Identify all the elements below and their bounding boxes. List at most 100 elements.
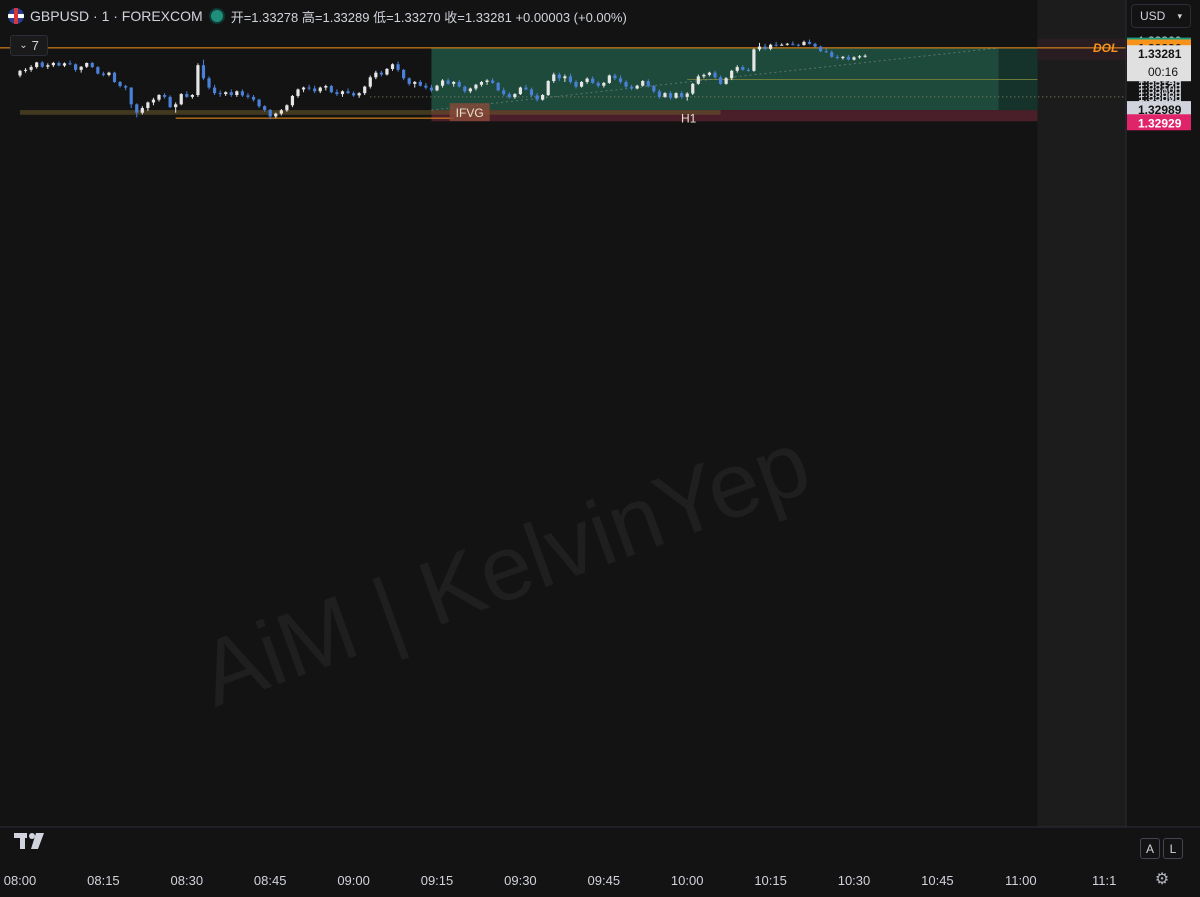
candle-body: [507, 94, 511, 98]
candle-body: [529, 89, 534, 96]
candle-body: [213, 87, 217, 94]
target-zone-tail: [998, 47, 1038, 111]
candle-body: [863, 55, 867, 57]
candle-body: [246, 95, 250, 97]
candle-body: [74, 64, 78, 70]
candle-body: [18, 70, 22, 76]
candle-body: [807, 41, 812, 44]
candle-body: [546, 81, 550, 96]
candle-body: [780, 44, 784, 46]
candle-body: [830, 52, 834, 57]
candle-body: [329, 86, 333, 93]
chart-background: [0, 0, 1200, 897]
candle-body: [819, 46, 823, 52]
candle-body: [652, 86, 656, 92]
candle-body: [201, 65, 206, 79]
indicators-toggle-button[interactable]: ⌄ 7: [10, 35, 48, 56]
candle-body: [146, 102, 150, 109]
chevron-down-icon: ⌄: [19, 40, 28, 51]
candle-body: [368, 77, 372, 87]
candle-body: [257, 99, 261, 107]
candle-body: [791, 43, 795, 45]
candle-body: [307, 87, 311, 89]
candle-body: [696, 76, 700, 84]
candle-body: [352, 93, 356, 96]
candle-body: [35, 62, 39, 68]
candle-body: [596, 82, 600, 86]
candle-body: [835, 56, 839, 59]
candle-body: [557, 74, 561, 79]
candle-body: [140, 108, 144, 113]
candle-body: [135, 104, 139, 113]
candle-body: [340, 91, 345, 95]
log-scale-button[interactable]: L: [1163, 838, 1183, 859]
x-tick-label: 11:00: [1005, 873, 1037, 888]
candle-body: [763, 46, 767, 49]
candle-body: [318, 87, 322, 92]
x-tick-label: 10:30: [838, 873, 871, 888]
candle-body: [396, 64, 400, 70]
candle-body: [85, 62, 89, 67]
candle-body: [491, 80, 495, 83]
candle-body: [285, 105, 289, 111]
candle-body: [685, 93, 689, 97]
candle-body: [40, 62, 44, 67]
candlestick-chart[interactable]: AiM | KelvinYepDOLIFVGH11.333601.333401.…: [0, 0, 1200, 897]
candle-body: [518, 87, 522, 95]
ifvg-label: IFVG: [456, 106, 484, 120]
candle-body: [857, 56, 862, 58]
candle-body: [190, 95, 194, 97]
price-label-last: 1.33281: [1138, 47, 1182, 61]
candle-body: [541, 95, 545, 100]
candle-body: [240, 91, 244, 96]
candle-body: [124, 86, 128, 88]
auto-scale-button[interactable]: A: [1140, 838, 1160, 859]
candle-body: [457, 81, 461, 87]
candle-body: [374, 72, 378, 78]
candle-body: [274, 113, 278, 117]
candle-body: [513, 94, 517, 98]
candle-body: [724, 78, 728, 84]
candle-body: [313, 88, 317, 92]
candle-body: [485, 80, 489, 82]
candle-body: [179, 94, 183, 105]
candle-body: [301, 87, 306, 90]
candle-body: [718, 77, 723, 84]
candle-body: [796, 44, 800, 46]
candle-body: [218, 93, 222, 95]
candle-body: [390, 64, 395, 69]
candle-body: [641, 81, 645, 86]
candle-body: [757, 46, 762, 50]
candle-body: [46, 65, 50, 67]
zone-target: [431, 47, 1038, 111]
currency-select[interactable]: USD ▾: [1131, 4, 1191, 28]
candle-body: [324, 86, 328, 88]
zone-fvg: [20, 110, 721, 115]
candle-body: [585, 78, 589, 82]
symbol-line[interactable]: GBPUSD · 1 · FOREXCOM: [30, 8, 203, 24]
candle-body: [196, 65, 200, 96]
tradingview-logo-icon: [14, 833, 44, 849]
candle-body: [618, 78, 623, 82]
countdown-label: 00:16: [1148, 65, 1178, 79]
h1-label: H1: [681, 112, 697, 126]
gear-icon[interactable]: ⚙: [1153, 870, 1171, 888]
candle-body: [229, 92, 233, 96]
session-shade: [1037, 0, 1126, 827]
candle-body: [363, 86, 367, 94]
candle-body: [630, 86, 634, 89]
candle-body: [207, 78, 211, 88]
candle-body: [746, 69, 750, 71]
market-status-icon: [208, 8, 225, 24]
candle-body: [129, 87, 133, 105]
candle-body: [552, 74, 556, 82]
candle-body: [151, 99, 156, 103]
candle-body: [57, 62, 61, 66]
currency-label: USD: [1140, 9, 1166, 23]
candle-body: [157, 95, 161, 100]
candle-body: [713, 72, 717, 78]
candle-body: [607, 75, 611, 83]
axis-mask: [1127, 130, 1191, 141]
candle-body: [296, 89, 300, 96]
candle-body: [235, 91, 239, 96]
